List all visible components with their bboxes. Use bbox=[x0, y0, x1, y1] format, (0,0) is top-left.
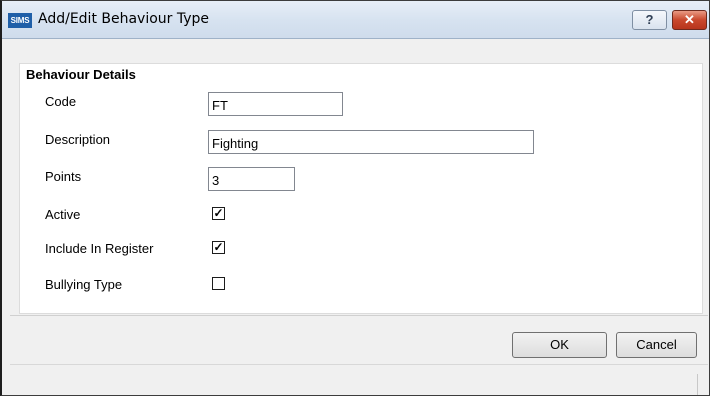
points-label: Points bbox=[45, 169, 82, 184]
status-bar bbox=[10, 364, 708, 395]
include-in-register-label: Include In Register bbox=[45, 241, 154, 256]
points-field[interactable] bbox=[208, 167, 295, 191]
active-checkbox[interactable]: ✓ bbox=[212, 207, 225, 220]
description-field[interactable] bbox=[208, 130, 534, 154]
separator bbox=[10, 315, 708, 316]
include-in-register-checkbox[interactable]: ✓ bbox=[212, 241, 225, 254]
dialog-window: SIMS Add/Edit Behaviour Type ? ✕ Behavio… bbox=[0, 0, 710, 396]
code-label: Code bbox=[45, 94, 77, 109]
title-bar[interactable]: SIMS Add/Edit Behaviour Type ? ✕ bbox=[2, 1, 709, 39]
cancel-button[interactable]: Cancel bbox=[616, 332, 697, 358]
close-button[interactable]: ✕ bbox=[672, 10, 707, 30]
help-button[interactable]: ? bbox=[632, 10, 667, 30]
sims-app-icon: SIMS bbox=[8, 13, 32, 28]
bullying-type-checkbox[interactable] bbox=[212, 277, 225, 290]
code-field[interactable] bbox=[208, 92, 343, 116]
description-label: Description bbox=[45, 132, 111, 147]
window-title: Add/Edit Behaviour Type bbox=[38, 11, 210, 27]
ok-button[interactable]: OK bbox=[512, 332, 607, 358]
bullying-type-label: Bullying Type bbox=[45, 277, 123, 292]
active-label: Active bbox=[45, 207, 81, 222]
group-title: Behaviour Details bbox=[26, 67, 136, 82]
resize-grip[interactable] bbox=[697, 374, 698, 395]
